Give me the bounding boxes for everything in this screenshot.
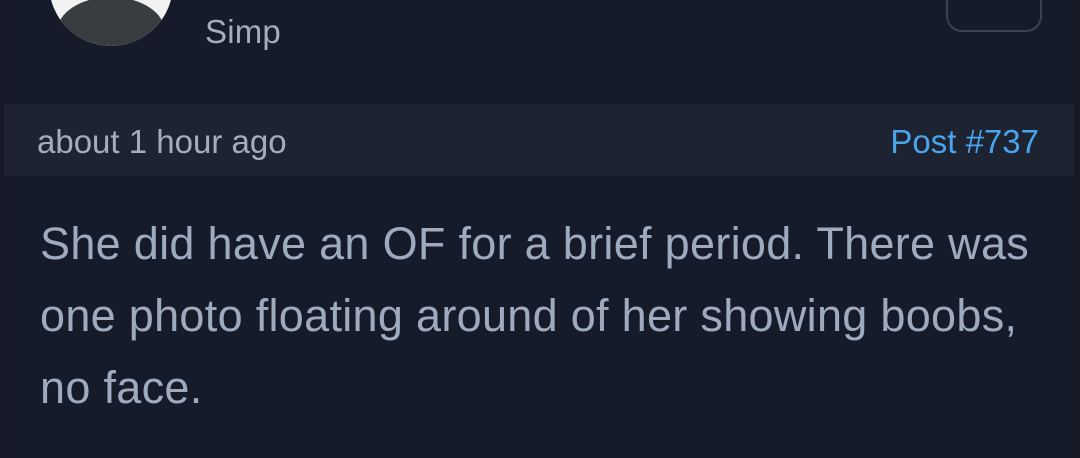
- forum-post: Simp about 1 hour ago Post #737 She did …: [4, 0, 1074, 458]
- post-header: Simp: [4, 0, 1074, 104]
- user-avatar-icon[interactable]: [49, 0, 173, 46]
- post-menu-button[interactable]: [946, 0, 1042, 32]
- post-timestamp: about 1 hour ago: [37, 123, 287, 160]
- post-number-link[interactable]: Post #737: [890, 123, 1039, 161]
- avatar-silhouette: [57, 0, 165, 46]
- post-meta-bar: about 1 hour ago Post #737: [4, 104, 1074, 176]
- user-role-label: Simp: [205, 13, 281, 50]
- post-body: She did have an OF for a brief period. T…: [4, 176, 1050, 424]
- post-content: She did have an OF for a brief period. T…: [40, 218, 1030, 413]
